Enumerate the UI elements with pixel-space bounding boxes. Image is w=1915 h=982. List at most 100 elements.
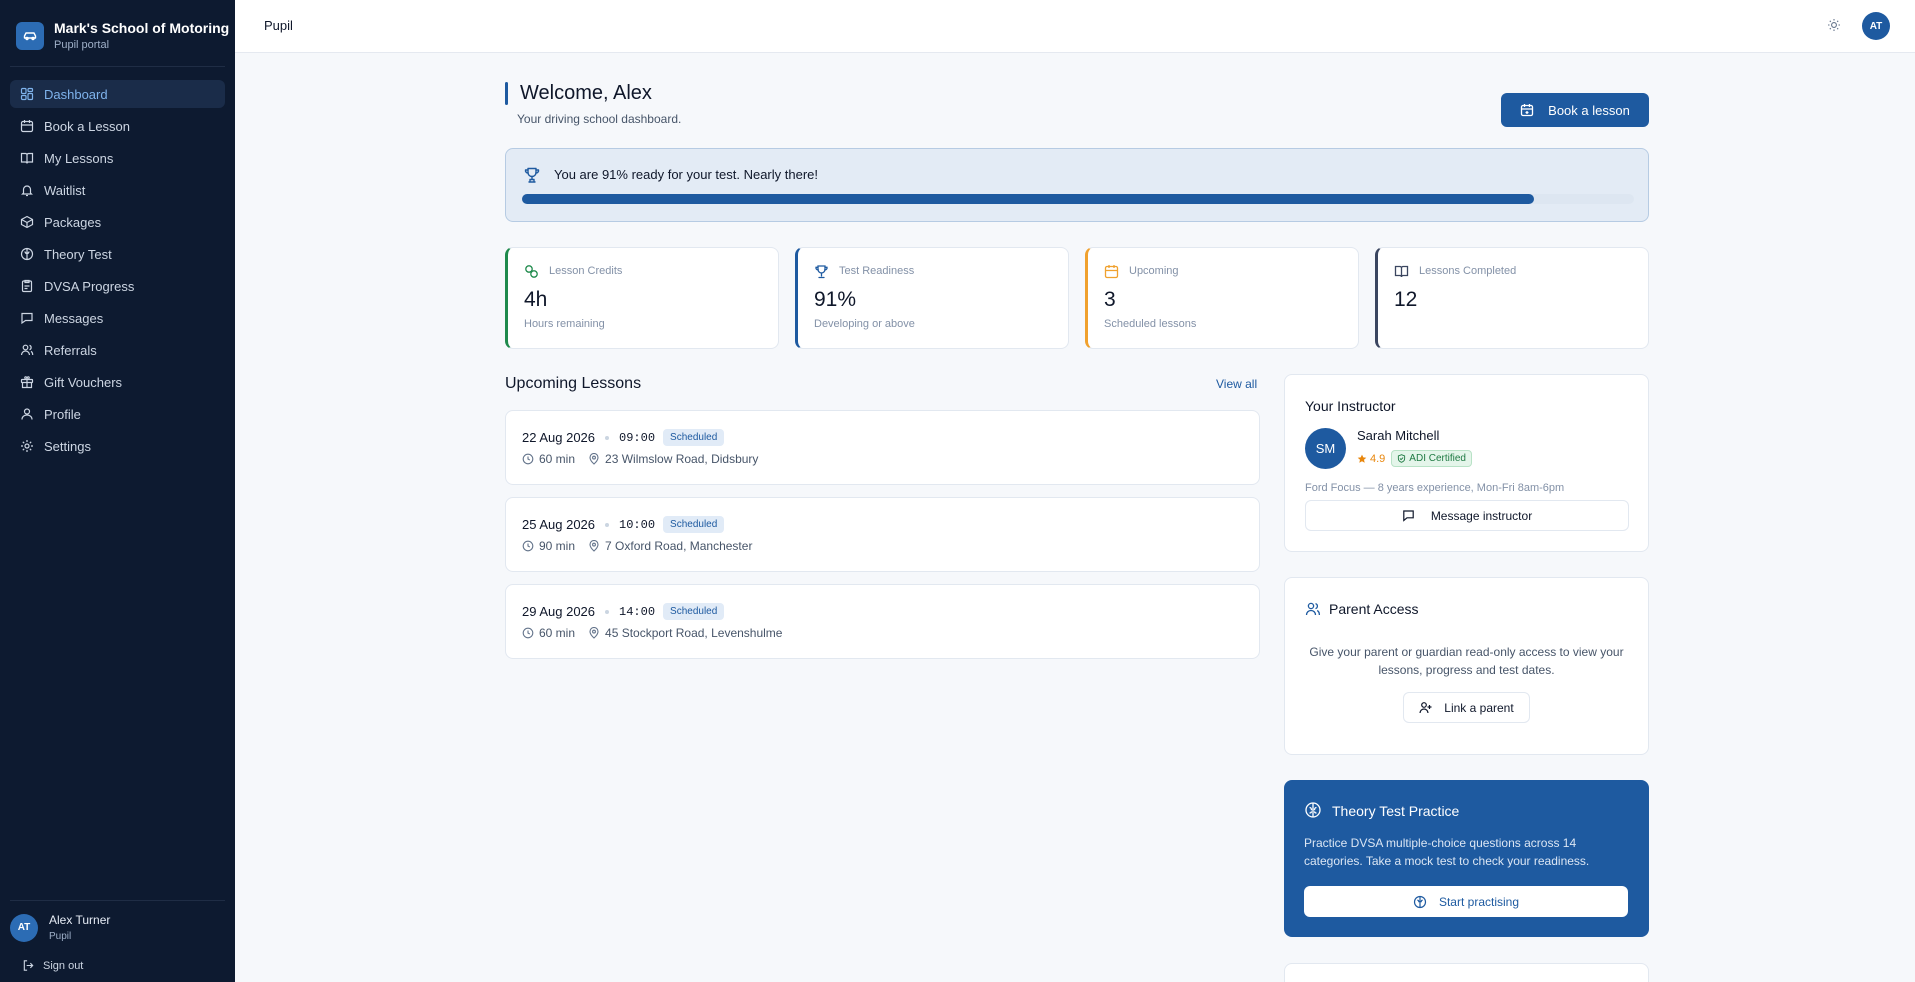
sidebar-item-waitlist[interactable]: Waitlist [10,176,225,204]
stat-label: Lessons Completed [1419,265,1517,277]
user-icon [21,408,33,420]
brand[interactable]: Mark's School of Motoring Pupil portal [16,20,229,51]
theory-test-heading: Theory Test Practice [1332,803,1460,819]
start-practising-button[interactable]: Start practising [1304,886,1628,917]
sidebar-item-settings[interactable]: Settings [10,432,225,460]
brain-icon [1413,895,1427,908]
logout-icon [23,960,34,971]
car-icon [16,21,44,50]
lesson-duration: 60 min [539,626,576,640]
instructor-description: Ford Focus — 8 years experience, Mon-Fri… [1305,482,1565,494]
sun-icon[interactable] [1827,18,1841,32]
star-icon [1357,454,1367,463]
start-practising-label: Start practising [1438,894,1520,909]
sidebar-item-label: DVSA Progress [44,278,135,294]
lesson-card[interactable]: 29 Aug 2026 14:00 Scheduled 60 min 45 St… [505,584,1260,659]
sidebar-item-label: Settings [44,438,91,454]
message-instructor-button[interactable]: Message instructor [1305,500,1629,531]
sidebar-item-gift-vouchers[interactable]: Gift Vouchers [10,368,225,396]
map-pin-icon [589,453,599,465]
map-pin-icon [589,627,599,639]
upcoming-lessons-heading: Upcoming Lessons [505,375,642,392]
clock-icon [522,540,534,552]
sidebar-item-dvsa-progress[interactable]: DVSA Progress [10,272,225,300]
sidebar-item-referrals[interactable]: Referrals [10,336,225,364]
sign-out-label: Sign out [43,959,84,972]
map-pin-icon [589,540,599,552]
stat-label: Test Readiness [839,265,915,277]
welcome-accent [505,82,508,105]
user-card[interactable]: AT Alex Turner Pupil [10,913,110,942]
sidebar-item-book-a-lesson[interactable]: Book a Lesson [10,112,225,140]
adi-badge-label: ADI Certified [1409,453,1466,464]
stat-card-test-readiness: Test Readiness 91% Developing or above [795,247,1069,349]
shield-check-icon [1398,454,1406,463]
lesson-date: 22 Aug 2026 [522,430,596,445]
lesson-location: 7 Oxford Road, Manchester [605,539,753,553]
lesson-time: 09:00 [619,430,656,445]
sidebar-item-packages[interactable]: Packages [10,208,225,236]
clock-icon [522,453,534,465]
view-all-link[interactable]: View all [1216,377,1257,391]
sidebar: Mark's School of Motoring Pupil portal D… [0,0,235,982]
sidebar-item-dashboard[interactable]: Dashboard [10,80,225,108]
calendar-icon [20,120,34,133]
book-lesson-label: Book a lesson [1548,102,1630,118]
book-icon [1394,265,1409,278]
status-badge: Scheduled [663,603,725,620]
readiness-progress-fill [522,194,1534,204]
lesson-date: 29 Aug 2026 [522,604,596,619]
sign-out-button[interactable]: Sign out [22,959,83,972]
clipboard-icon [21,279,33,293]
adi-certified-badge: ADI Certified [1391,450,1472,467]
topbar: Pupil AT [235,0,1915,53]
theory-test-card: Theory Test Practice Practice DVSA multi… [1284,780,1649,937]
instructor-rating: 4.9 [1357,453,1385,465]
next-card [1284,963,1649,982]
user-name: Alex Turner [49,913,111,927]
sidebar-item-my-lessons[interactable]: My Lessons [10,144,225,172]
clock-icon [522,627,534,639]
stat-value: 3 [1104,288,1116,311]
gift-icon [20,376,34,389]
status-badge: Scheduled [663,429,725,446]
sidebar-item-profile[interactable]: Profile [10,400,225,428]
message-instructor-label: Message instructor [1430,508,1533,523]
separator-dot [605,435,610,440]
sidebar-item-label: Messages [44,310,104,326]
gear-icon [21,440,33,452]
lesson-card[interactable]: 22 Aug 2026 09:00 Scheduled 60 min 23 Wi… [505,410,1260,485]
sidebar-item-label: Gift Vouchers [44,374,123,390]
welcome-heading: Welcome, Alex [520,82,652,104]
status-badge: Scheduled [663,516,725,533]
parent-access-card: Parent Access Give your parent or guardi… [1284,577,1649,755]
avatar[interactable]: AT [1862,12,1890,40]
app-name: Mark's School of Motoring [54,20,230,36]
book-lesson-button[interactable]: Book a lesson [1501,93,1649,127]
message-icon [1403,510,1414,522]
sidebar-divider [10,66,225,67]
stat-label: Upcoming [1129,265,1179,277]
users-icon [20,344,34,356]
readiness-banner: You are 91% ready for your test. Nearly … [505,148,1649,222]
stat-card-lesson-credits: Lesson Credits 4h Hours remaining [505,247,779,349]
lesson-date: 25 Aug 2026 [522,517,596,532]
stat-card-upcoming: Upcoming 3 Scheduled lessons [1085,247,1359,349]
lesson-card[interactable]: 25 Aug 2026 10:00 Scheduled 90 min 7 Oxf… [505,497,1260,572]
calendar-icon [1104,265,1119,279]
trophy-icon [815,265,828,279]
credits-icon [525,265,538,278]
link-parent-button[interactable]: Link a parent [1403,692,1530,723]
sidebar-item-theory-test[interactable]: Theory Test [10,240,225,268]
theory-test-description: Practice DVSA multiple-choice questions … [1304,836,1590,868]
lesson-duration: 60 min [539,452,576,466]
separator-dot [605,522,610,527]
user-role: Pupil [49,931,72,942]
welcome-subtitle: Your driving school dashboard. [517,112,682,126]
stat-subtitle: Developing or above [814,318,915,330]
instructor-heading: Your Instructor [1305,398,1396,414]
sidebar-item-messages[interactable]: Messages [10,304,225,332]
stat-subtitle: Hours remaining [524,318,605,330]
app-subtitle: Pupil portal [54,39,110,51]
sidebar-nav: Dashboard Book a Lesson My Lessons Waitl… [10,80,225,464]
